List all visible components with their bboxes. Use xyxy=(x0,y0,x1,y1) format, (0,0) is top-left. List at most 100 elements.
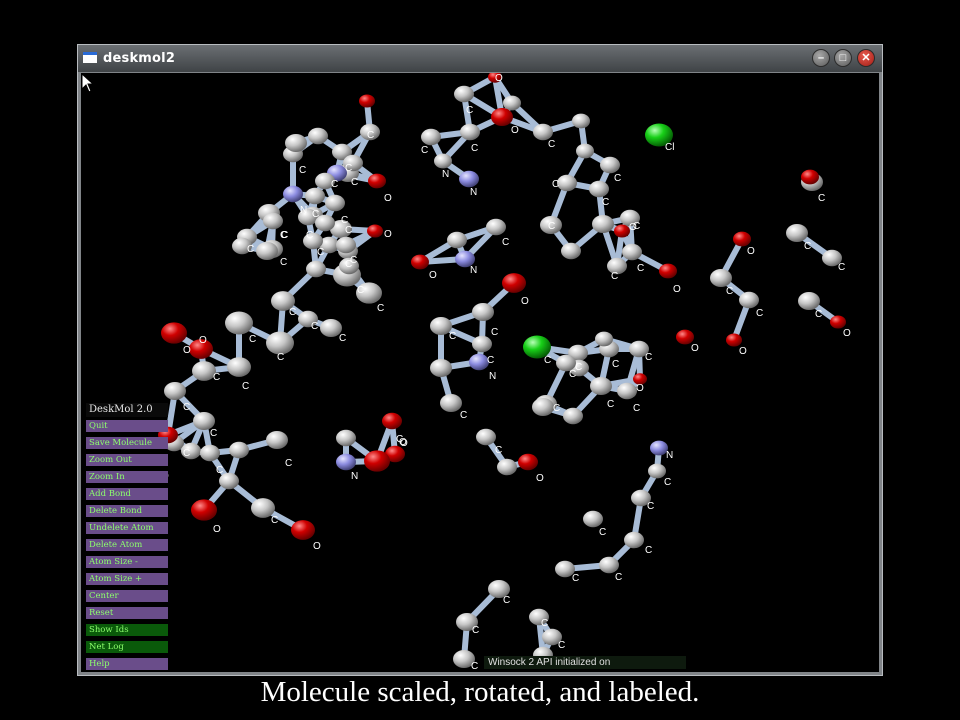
show-ids-button[interactable]: Show Ids xyxy=(86,624,168,636)
oxygen-atom[interactable] xyxy=(518,453,538,471)
carbon-atom[interactable] xyxy=(200,444,220,462)
carbon-atom[interactable] xyxy=(595,331,613,347)
oxygen-atom[interactable] xyxy=(191,499,217,521)
oxygen-atom[interactable] xyxy=(502,273,526,293)
oxygen-atom[interactable] xyxy=(368,173,386,189)
reset-button[interactable]: Reset xyxy=(86,607,168,619)
carbon-atom[interactable] xyxy=(599,556,619,574)
atom-size-plus-button[interactable]: Atom Size + xyxy=(86,573,168,585)
carbon-atom[interactable] xyxy=(266,430,288,450)
nitrogen-atom[interactable] xyxy=(469,353,489,371)
zoom-in-button[interactable]: Zoom In xyxy=(86,471,168,483)
oxygen-atom[interactable] xyxy=(801,169,819,185)
carbon-atom[interactable] xyxy=(624,531,644,549)
carbon-atom[interactable] xyxy=(476,428,496,446)
oxygen-atom[interactable] xyxy=(614,224,630,238)
atom-label: N xyxy=(470,265,477,276)
carbon-atom[interactable] xyxy=(430,358,452,378)
carbon-atom[interactable] xyxy=(225,311,253,335)
add-bond-button[interactable]: Add Bond xyxy=(86,488,168,500)
carbon-atom[interactable] xyxy=(256,241,278,261)
carbon-atom[interactable] xyxy=(460,123,480,141)
carbon-atom[interactable] xyxy=(590,376,612,396)
oxygen-atom[interactable] xyxy=(733,231,751,247)
oxygen-atom[interactable] xyxy=(491,107,513,127)
carbon-atom[interactable] xyxy=(557,174,577,192)
carbon-atom[interactable] xyxy=(325,194,345,212)
atom-layer xyxy=(158,73,846,669)
carbon-atom[interactable] xyxy=(592,214,614,234)
atom-size-minus-button[interactable]: Atom Size - xyxy=(86,556,168,568)
delete-bond-button[interactable]: Delete Bond xyxy=(86,505,168,517)
carbon-atom[interactable] xyxy=(308,127,328,145)
carbon-atom[interactable] xyxy=(576,143,594,159)
carbon-atom[interactable] xyxy=(497,458,517,476)
carbon-atom[interactable] xyxy=(440,393,462,413)
maximize-button[interactable]: □ xyxy=(834,49,852,67)
quit-button[interactable]: Quit xyxy=(86,420,168,432)
atom-label: O xyxy=(511,125,519,136)
carbon-atom[interactable] xyxy=(336,236,356,254)
carbon-atom[interactable] xyxy=(617,382,637,400)
title-bar[interactable]: deskmol2 – □ ✕ xyxy=(78,45,882,72)
oxygen-atom[interactable] xyxy=(359,94,375,108)
carbon-atom[interactable] xyxy=(447,231,467,249)
carbon-atom[interactable] xyxy=(336,429,356,447)
atom-label: C xyxy=(339,333,346,344)
carbon-atom[interactable] xyxy=(503,95,521,111)
carbon-atom[interactable] xyxy=(421,128,441,146)
carbon-atom[interactable] xyxy=(229,441,249,459)
zoom-out-button[interactable]: Zoom Out xyxy=(86,454,168,466)
oxygen-atom[interactable] xyxy=(659,263,677,279)
carbon-atom[interactable] xyxy=(306,260,326,278)
carbon-atom[interactable] xyxy=(710,268,732,288)
molecule-view[interactable]: OCCONCNCCClCCCOCCCO CO CCCOC COOCCCCCC COCNC… xyxy=(81,73,879,672)
undelete-atom-button[interactable]: Undelete Atom xyxy=(86,522,168,534)
carbon-atom[interactable] xyxy=(583,510,603,528)
carbon-atom[interactable] xyxy=(472,302,494,322)
carbon-atom[interactable] xyxy=(786,223,808,243)
carbon-atom[interactable] xyxy=(572,113,590,129)
carbon-atom[interactable] xyxy=(305,187,325,205)
carbon-atom[interactable] xyxy=(563,407,583,425)
carbon-atom[interactable] xyxy=(561,242,581,260)
carbon-atom[interactable] xyxy=(227,357,251,377)
deskmol-menu: DeskMol 2.0 Quit Save Molecule Zoom Out … xyxy=(86,403,168,672)
oxygen-atom[interactable] xyxy=(726,333,742,347)
carbon-atom[interactable] xyxy=(164,381,186,401)
carbon-atom[interactable] xyxy=(600,156,620,174)
carbon-atom[interactable] xyxy=(285,133,307,153)
oxygen-atom[interactable] xyxy=(382,412,402,430)
atom-label: C xyxy=(645,545,652,556)
molecule-viewport[interactable]: O C C O N C N C C Cl C C C O C C C O C O C C C O C C O O C C C C C C C O C N C… xyxy=(81,73,879,672)
carbon-atom[interactable] xyxy=(263,212,283,230)
carbon-atom[interactable] xyxy=(798,291,820,311)
nitrogen-atom[interactable] xyxy=(459,170,479,188)
carbon-atom[interactable] xyxy=(454,85,474,103)
net-log-button[interactable]: Net Log xyxy=(86,641,168,653)
nitrogen-atom[interactable] xyxy=(283,185,303,203)
oxygen-atom[interactable] xyxy=(411,254,429,270)
carbon-atom[interactable] xyxy=(622,243,642,261)
oxygen-atom[interactable] xyxy=(364,450,390,472)
carbon-atom[interactable] xyxy=(589,180,609,198)
carbon-atom[interactable] xyxy=(739,291,759,309)
oxygen-atom[interactable] xyxy=(291,520,315,540)
center-button[interactable]: Center xyxy=(86,590,168,602)
carbon-atom[interactable] xyxy=(434,153,452,169)
close-button[interactable]: ✕ xyxy=(857,49,875,67)
oxygen-atom[interactable] xyxy=(830,315,846,329)
minimize-button[interactable]: – xyxy=(812,49,830,67)
save-molecule-button[interactable]: Save Molecule xyxy=(86,437,168,449)
oxygen-atom[interactable] xyxy=(367,224,383,238)
atom-label: C xyxy=(487,355,494,366)
carbon-atom[interactable] xyxy=(472,335,492,353)
nitrogen-atom[interactable] xyxy=(336,453,356,471)
delete-atom-button[interactable]: Delete Atom xyxy=(86,539,168,551)
atom-label: C xyxy=(247,244,254,255)
help-button[interactable]: Help xyxy=(86,658,168,670)
carbon-atom[interactable] xyxy=(486,218,506,236)
carbon-atom[interactable] xyxy=(533,123,553,141)
oxygen-atom[interactable] xyxy=(161,322,187,344)
carbon-atom[interactable] xyxy=(532,397,554,417)
